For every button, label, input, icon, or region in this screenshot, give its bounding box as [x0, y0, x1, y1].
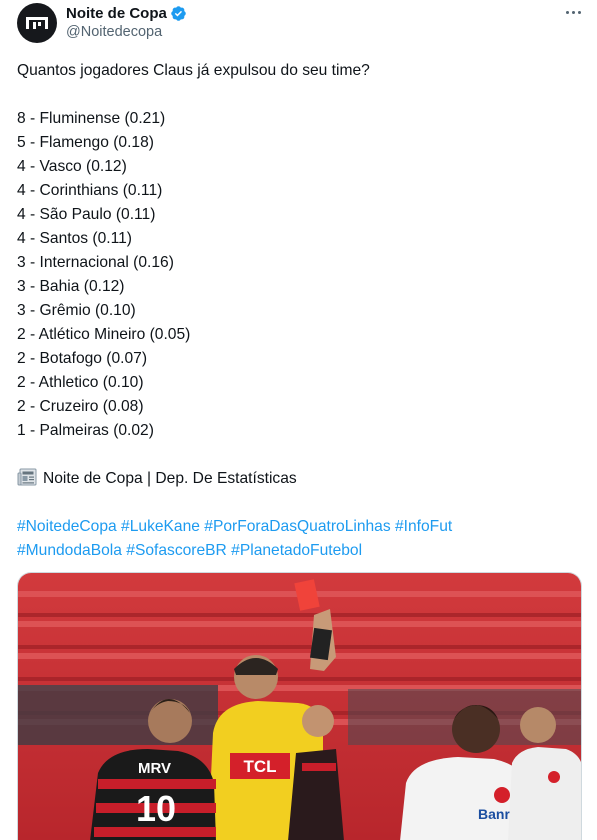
stat-row: 8 - Fluminense (0.21)	[17, 110, 166, 127]
stat-row: 2 - Atlético Mineiro (0.05)	[17, 326, 191, 343]
verified-badge-icon	[170, 5, 187, 22]
red-card-photo: TCL MRV 10 Banrisul	[18, 573, 581, 840]
hashtag-link[interactable]: #MundodaBola	[17, 542, 122, 559]
stat-row: 3 - Bahia (0.12)	[17, 278, 125, 295]
hashtag-link[interactable]: #NoitedeCopa	[17, 518, 117, 535]
stat-row: 2 - Athletico (0.10)	[17, 374, 144, 391]
author-avatar[interactable]	[17, 3, 57, 43]
referee-sponsor-text: TCL	[243, 757, 276, 776]
stat-row: 4 - São Paulo (0.11)	[17, 206, 156, 223]
author-display-name[interactable]: Noite de Copa	[66, 5, 167, 22]
hashtag-link[interactable]: #PorForaDasQuatroLinhas	[204, 518, 390, 535]
tweet-text: Quantos jogadores Claus já expulsou do s…	[17, 59, 587, 563]
stat-row: 4 - Corinthians (0.11)	[17, 182, 163, 199]
stat-row: 1 - Palmeiras (0.02)	[17, 422, 154, 439]
signature-line: Noite de Copa | Dep. De Estatísticas	[17, 467, 587, 491]
hashtags-line-2: #MundodaBola #SofascoreBR #PlanetadoFute…	[17, 539, 587, 563]
jersey-number-text: 10	[136, 788, 176, 829]
hashtag-link[interactable]: #PlanetadoFutebol	[231, 542, 362, 559]
tweet: Noite de Copa @Noitedecopa Quantos jogad…	[0, 0, 597, 840]
hashtag-link[interactable]: #LukeKane	[121, 518, 200, 535]
signature-text: Noite de Copa | Dep. De Estatísticas	[43, 470, 297, 487]
tweet-media-image[interactable]: TCL MRV 10 Banrisul	[17, 572, 582, 840]
hashtag-link[interactable]: #InfoFut	[395, 518, 452, 535]
jersey-sponsor-text: MRV	[138, 760, 171, 777]
tweet-question: Quantos jogadores Claus já expulsou do s…	[17, 62, 370, 79]
newspaper-icon	[17, 468, 37, 494]
hashtags-line-1: #NoitedeCopa #LukeKane #PorForaDasQuatro…	[17, 515, 587, 539]
hashtag-link[interactable]: #SofascoreBR	[126, 542, 227, 559]
author-handle[interactable]: @Noitedecopa	[66, 24, 162, 40]
stat-row: 2 - Cruzeiro (0.08)	[17, 398, 144, 415]
stat-row: 4 - Santos (0.11)	[17, 230, 132, 247]
more-options-icon[interactable]	[563, 4, 583, 20]
noite-de-copa-logo-icon	[26, 17, 48, 29]
stat-row: 3 - Grêmio (0.10)	[17, 302, 136, 319]
stat-row: 5 - Flamengo (0.18)	[17, 134, 154, 151]
stat-row: 4 - Vasco (0.12)	[17, 158, 127, 175]
stat-row: 2 - Botafogo (0.07)	[17, 350, 148, 367]
stat-row: 3 - Internacional (0.16)	[17, 254, 174, 271]
author-name-row: Noite de Copa	[66, 3, 187, 23]
